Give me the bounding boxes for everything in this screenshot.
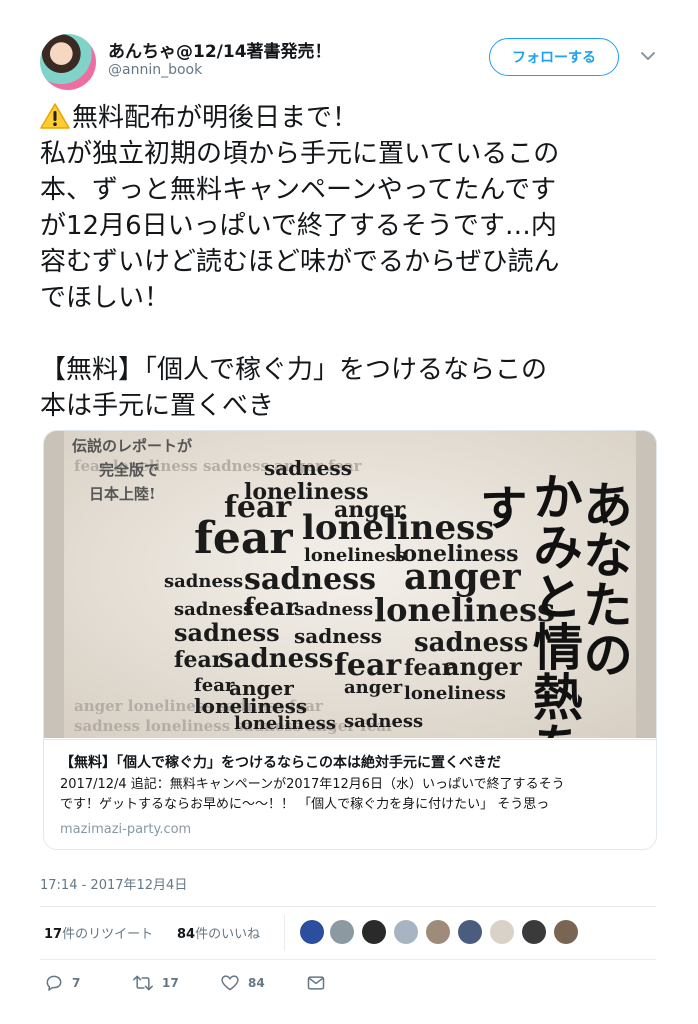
envelope-icon (307, 976, 325, 990)
tweet-actions: 7 17 84 (40, 968, 360, 998)
tweet-line: 無料配布が明後日まで！ (40, 100, 660, 136)
img-word: sadness (174, 618, 280, 647)
img-word: sadness (164, 571, 243, 592)
like-stat[interactable]: 84件のいいね (177, 923, 260, 942)
img-word: loneliness (234, 713, 336, 734)
like-button[interactable]: 84 (220, 968, 265, 998)
img-word: sadness (344, 711, 423, 732)
direct-message-button[interactable] (306, 968, 334, 998)
tweet-header: あんちゃ@12/14著書発売！ @annin_book フォローする (40, 34, 660, 90)
card-description: 2017/12/4 追記：無料キャンペーンが2017年12月6日（水）いっぱいで… (60, 777, 565, 812)
tweet-line: でほしい！ (40, 283, 171, 313)
tweet-line: 容むずいけど読むほど味がでるからぜひ読ん (40, 247, 560, 277)
divider (284, 915, 285, 951)
tweet-line (40, 316, 660, 352)
liker-avatar[interactable] (522, 920, 546, 944)
follow-button[interactable]: フォローする (489, 38, 619, 76)
img-word: anger (344, 677, 403, 698)
img-promo-line: 完全版で (99, 461, 159, 479)
tweet-line: 私が独立初期の頃から手元に置いているこの (40, 139, 560, 169)
liker-avatar[interactable] (490, 920, 514, 944)
liker-avatar[interactable] (330, 920, 354, 944)
img-word: sadness (219, 644, 333, 674)
img-vertical-title: かみと情熱を (525, 471, 583, 738)
liker-avatar[interactable] (362, 920, 386, 944)
tweet-text: 無料配布が明後日まで！ 私が独立初期の頃から手元に置いているこの 本、ずっと無料… (40, 100, 660, 424)
tweet-timestamp[interactable]: 17:14 - 2017年12月4日 (40, 874, 187, 893)
tweet-line: 本は手元に置くべき (40, 391, 275, 421)
img-vertical-title: す (471, 483, 527, 531)
img-word: sadness (294, 599, 373, 620)
liker-avatar[interactable] (458, 920, 482, 944)
card-image-art: fear loneliness sadness anger fear anger… (44, 431, 656, 738)
img-word: anger (444, 652, 522, 681)
tweet-line: 本、ずっと無料キャンペーンやってたんです (40, 175, 557, 205)
liker-avatar[interactable] (394, 920, 418, 944)
img-word: fear (194, 513, 293, 564)
chevron-down-icon[interactable] (638, 46, 658, 66)
img-promo-line: 日本上陸! (89, 485, 156, 503)
user-handle[interactable]: @annin_book (108, 62, 202, 78)
card-url[interactable]: mazimazi-party.com (60, 822, 191, 837)
card-body[interactable]: 【無料】「個人で稼ぐ力」をつけるならこの本は絶対手元に置くべきだ 2017/12… (44, 739, 656, 849)
img-word: sadness (264, 456, 352, 480)
retweet-icon (133, 975, 153, 991)
img-promo-line: 伝説のレポートが (72, 437, 193, 455)
heart-icon (221, 975, 239, 991)
reply-icon (46, 975, 62, 991)
img-word: loneliness (404, 683, 506, 704)
reply-button[interactable]: 7 (44, 968, 80, 998)
tweet-line: 【無料】「個人で稼ぐ力」をつけるならこの (40, 355, 548, 385)
display-name[interactable]: あんちゃ@12/14著書発売！ (108, 37, 332, 62)
liker-avatar[interactable] (426, 920, 450, 944)
warning-icon (40, 103, 70, 129)
tweet-line: が12月6日いっぱいで終了するそうです…内 (40, 211, 557, 241)
card-image[interactable]: fear loneliness sadness anger fear anger… (44, 431, 656, 738)
link-card[interactable]: fear loneliness sadness anger fear anger… (43, 430, 657, 850)
retweet-button[interactable]: 17 (132, 968, 179, 998)
img-vertical-title: あなたの (575, 479, 633, 679)
liker-avatar[interactable] (554, 920, 578, 944)
retweet-stat[interactable]: 17件のリツイート (44, 923, 153, 942)
liker-avatar[interactable] (300, 920, 324, 944)
img-word: sadness (174, 599, 253, 620)
tweet-stats: 17件のリツイート 84件のいいね (40, 906, 656, 960)
img-word: fear (244, 592, 298, 621)
avatar[interactable] (40, 34, 96, 90)
img-word: fear (174, 647, 224, 673)
card-title[interactable]: 【無料】「個人で稼ぐ力」をつけるならこの本は絶対手元に置くべきだ (60, 752, 501, 772)
